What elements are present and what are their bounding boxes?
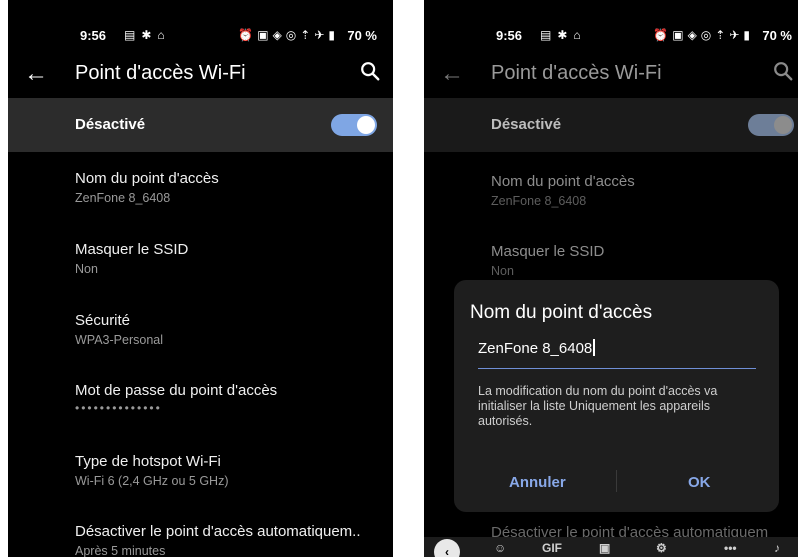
- system-icons: ⏰▣◈◎⇡✈▮: [238, 28, 339, 42]
- item-title: Mot de passe du point d'accès: [75, 382, 278, 399]
- settings-screen-with-dialog: 9:56 ▤✱⌂ ⏰▣◈◎⇡✈▮ 70 % ← Point d'accès Wi…: [424, 0, 798, 557]
- app-bar: ← Point d'accès Wi-Fi: [8, 52, 393, 96]
- more-icon[interactable]: •••: [724, 541, 737, 555]
- status-bar: 9:56 ▤✱⌂ ⏰▣◈◎⇡✈▮ 70 %: [496, 28, 792, 44]
- hotspot-toggle[interactable]: [331, 114, 377, 136]
- list-item-hide-ssid[interactable]: Masquer le SSID Non: [491, 243, 790, 278]
- status-time: 9:56: [496, 28, 523, 43]
- page-title: Point d'accès Wi-Fi: [491, 62, 662, 84]
- text-cursor: [593, 339, 595, 356]
- item-title: Masquer le SSID: [491, 243, 605, 260]
- rename-dialog: Nom du point d'accès ZenFone 8_6408 La m…: [454, 280, 779, 512]
- hotspot-name-value: ZenFone 8_6408: [478, 340, 593, 357]
- emoji-icon[interactable]: ☺: [494, 541, 506, 555]
- collapse-keyboard-icon[interactable]: ‹: [434, 539, 460, 557]
- item-subtitle: Wi-Fi 6 (2,4 GHz ou 5 GHz): [75, 474, 229, 488]
- settings-icon[interactable]: ⚙: [656, 541, 667, 555]
- battery-level: 70 %: [762, 28, 792, 43]
- dialog-title: Nom du point d'accès: [470, 302, 653, 323]
- notification-icons: ▤✱⌂: [124, 28, 171, 42]
- keyboard-toolbar: ‹ ☺ GIF ▣ ⚙ ••• ♪: [424, 537, 798, 557]
- list-item-password[interactable]: Mot de passe du point d'accès ••••••••••…: [75, 382, 385, 415]
- gif-button[interactable]: GIF: [542, 541, 562, 555]
- item-title: Sécurité: [75, 312, 131, 329]
- list-item-hotspot-name[interactable]: Nom du point d'accès ZenFone 8_6408: [491, 173, 790, 208]
- button-divider: [616, 470, 617, 492]
- notification-icons: ▤✱⌂: [540, 28, 587, 42]
- status-bar: 9:56 ▤✱⌂ ⏰▣◈◎⇡✈▮ 70 %: [80, 28, 377, 44]
- item-title: Nom du point d'accès: [75, 170, 219, 187]
- page-title: Point d'accès Wi-Fi: [75, 62, 246, 84]
- dialog-message: La modification du nom du point d'accès …: [478, 384, 718, 428]
- hotspot-master-switch-row[interactable]: Désactivé: [8, 98, 393, 152]
- toggle-knob: [357, 116, 375, 134]
- list-item-hotspot-name[interactable]: Nom du point d'accès ZenFone 8_6408: [75, 170, 385, 205]
- hotspot-toggle[interactable]: [748, 114, 794, 136]
- hotspot-master-switch-row[interactable]: Désactivé: [424, 98, 798, 152]
- settings-screen: 9:56 ▤✱⌂ ⏰▣◈◎⇡✈▮ 70 % ← Point d'accès Wi…: [8, 0, 393, 557]
- hotspot-name-input[interactable]: ZenFone 8_6408: [478, 338, 756, 369]
- item-title: Désactiver le point d'accès automatiquem…: [75, 523, 361, 540]
- item-subtitle: ZenFone 8_6408: [75, 191, 171, 205]
- ok-button[interactable]: OK: [688, 474, 711, 491]
- system-icons: ⏰▣◈◎⇡✈▮: [653, 28, 754, 42]
- item-subtitle: Après 5 minutes: [75, 544, 166, 557]
- item-title: Nom du point d'accès: [491, 173, 635, 190]
- back-arrow-icon[interactable]: ←: [440, 60, 464, 88]
- item-title: Masquer le SSID: [75, 241, 189, 258]
- list-item-security[interactable]: Sécurité WPA3-Personal: [75, 312, 385, 347]
- item-subtitle: Non: [75, 262, 98, 276]
- list-item-auto-off[interactable]: Désactiver le point d'accès automatiquem…: [75, 523, 385, 557]
- item-subtitle: Non: [491, 264, 514, 278]
- status-time: 9:56: [80, 28, 107, 43]
- master-switch-label: Désactivé: [75, 116, 146, 133]
- list-item-hide-ssid[interactable]: Masquer le SSID Non: [75, 241, 385, 276]
- password-dots: ••••••••••••••: [75, 401, 162, 415]
- master-switch-label: Désactivé: [491, 116, 562, 133]
- app-bar: ← Point d'accès Wi-Fi: [424, 52, 798, 96]
- cancel-button[interactable]: Annuler: [509, 474, 566, 491]
- search-icon[interactable]: [772, 60, 794, 82]
- search-icon[interactable]: [359, 60, 381, 82]
- item-subtitle: WPA3-Personal: [75, 333, 163, 347]
- clipboard-icon[interactable]: ▣: [599, 541, 610, 555]
- item-title: Type de hotspot Wi-Fi: [75, 453, 221, 470]
- mic-icon[interactable]: ♪: [774, 541, 780, 555]
- list-item-hotspot-type[interactable]: Type de hotspot Wi-Fi Wi-Fi 6 (2,4 GHz o…: [75, 453, 385, 488]
- back-arrow-icon[interactable]: ←: [24, 60, 48, 88]
- battery-level: 70 %: [347, 28, 377, 43]
- item-subtitle: ZenFone 8_6408: [491, 194, 587, 208]
- toggle-knob: [774, 116, 792, 134]
